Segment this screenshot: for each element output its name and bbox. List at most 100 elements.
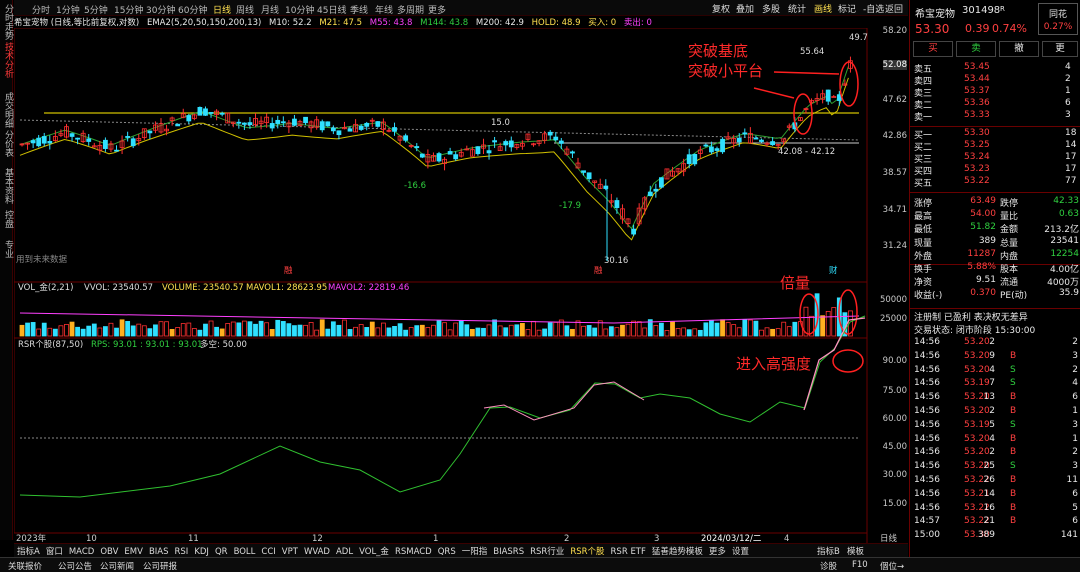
quote-panel: 希宝宠物 301498 R 同花 0.27% 53.30 0.39 0.74% 买 卖 撤…	[909, 0, 1080, 557]
stat-cell: 总量	[1000, 238, 1019, 249]
stat-row: 换手 5.88% 股本 4.00亿	[910, 262, 1080, 275]
tick-cell: B	[1010, 447, 1017, 458]
sidebar-tab-4[interactable]: 基本资料	[0, 168, 13, 204]
sidebar-tab-3[interactable]: 分价表	[0, 130, 13, 157]
tick-cell: 389	[977, 530, 995, 541]
candle-body	[447, 151, 453, 155]
volume-bar	[469, 328, 475, 337]
indicator-tab-14[interactable]: VOL_金	[356, 544, 392, 558]
timeframe-5[interactable]: 60分钟	[178, 3, 207, 16]
timeframe-9[interactable]: 10分钟	[285, 3, 314, 16]
timeframe-11[interactable]: 季线	[350, 3, 368, 16]
timeframe-13[interactable]: 多周期	[397, 3, 424, 16]
more-button[interactable]: 更	[1042, 41, 1078, 57]
toolbar-btn-2[interactable]: 多股	[762, 2, 780, 15]
volume-bar	[403, 329, 409, 337]
candle-body	[325, 121, 331, 127]
sidebar-tab-0[interactable]: 分时走势	[0, 4, 13, 40]
marker-2: 融	[594, 265, 603, 276]
toolbar-btn-3[interactable]: 统计	[788, 2, 806, 15]
tick-cell: S	[1010, 419, 1016, 430]
volume-bar	[303, 324, 308, 337]
stat-row: 收益(-) 0.370 PE(动) 35.9	[910, 288, 1080, 301]
trade-status: 交易状态: 闭市阶段 15:30:00	[914, 326, 1036, 336]
sidebar-tab-5[interactable]: 控盘	[0, 210, 13, 228]
indicator-tab-19[interactable]: RSR行业	[527, 544, 567, 558]
tick-cell: 3	[1072, 419, 1078, 430]
volume-bar	[631, 320, 636, 337]
toolbar-btn-0[interactable]: 复权	[712, 2, 730, 15]
indicator-tab-23[interactable]: 更多	[706, 544, 729, 558]
timeframe-12[interactable]: 年线	[375, 3, 393, 16]
rsr-tick: 30.00	[882, 470, 907, 480]
volume-bar	[686, 329, 692, 337]
status-link-1[interactable]: 公司公告	[58, 560, 92, 572]
cancel-button[interactable]: 撤	[999, 41, 1039, 57]
timeframe-14[interactable]: 更多	[428, 3, 446, 16]
candle-body	[175, 123, 181, 127]
timeframe-8[interactable]: 月线	[261, 3, 279, 16]
indicator-tab-17[interactable]: 一阳指	[459, 544, 491, 558]
label-15: 15.0	[491, 118, 510, 128]
candle-body	[403, 135, 409, 141]
toolbar-btn-5[interactable]: 标记	[838, 2, 856, 15]
status-right-0[interactable]: 诊股	[820, 560, 837, 572]
timeframe-4[interactable]: 30分钟	[146, 3, 175, 16]
timeframe-10[interactable]: 45日线	[317, 3, 346, 16]
indicator-tab-22[interactable]: 猛善趋势模板	[649, 544, 706, 558]
candle-body	[581, 170, 586, 173]
tick-cell: 14:56	[914, 350, 940, 361]
indicator-tab-0[interactable]: 指标A	[14, 544, 43, 558]
timeframe-7[interactable]: 周线	[236, 3, 254, 16]
candle-body	[69, 133, 75, 137]
timeframe-3[interactable]: 15分钟	[114, 3, 143, 16]
indicator-right-1[interactable]: 模板	[844, 544, 867, 558]
kline-chart[interactable]: 49.7 55.64 15.0 -16.6 -17.9 30.16 42.08 - 42.1…	[14, 28, 908, 543]
label-neg16: -16.6	[404, 181, 426, 191]
stat-cell: 最低	[914, 225, 933, 236]
ask-p: 53.36	[964, 98, 990, 108]
rsr-tick: 45.00	[882, 442, 907, 452]
bid-row: 买三 53.24 17	[910, 152, 1080, 165]
sidebar-tab-6[interactable]: 专业	[0, 240, 13, 258]
timeframe-0[interactable]: 分时	[32, 3, 50, 16]
volume-val: VOLUME: 23540.57	[162, 283, 244, 293]
sidebar-tab-1[interactable]: 技术分析	[0, 42, 13, 78]
marker-3: 财	[829, 265, 838, 276]
stat-cell: 9.51	[975, 275, 996, 286]
timeframe-6[interactable]: 日线	[213, 3, 231, 16]
buy-button[interactable]: 买	[913, 41, 953, 57]
volume-bar	[97, 327, 103, 337]
candle-body	[503, 141, 509, 146]
timeframe-2[interactable]: 5分钟	[84, 3, 108, 16]
tick-row: 14:56 53.20 2 B 2	[910, 447, 1080, 459]
toolbar-btn-1[interactable]: 叠加	[736, 2, 754, 15]
volume-bar	[492, 319, 498, 337]
ask-p: 53.45	[964, 62, 990, 72]
timeframe-1[interactable]: 1分钟	[56, 3, 80, 16]
indicator-tab-1[interactable]: 窗口	[43, 544, 66, 558]
volume-bar	[475, 327, 481, 337]
volume-bar	[275, 319, 281, 337]
status-link-3[interactable]: 公司研报	[143, 560, 177, 572]
sidebar-tab-2[interactable]: 成交明细	[0, 92, 13, 128]
indicator-tab-20[interactable]: RSR个股	[567, 544, 607, 558]
toolbar-btn-4[interactable]: 画线	[814, 2, 832, 15]
ema-label[interactable]: EMA2(5,20,50,150,200,13)	[147, 18, 261, 28]
status-link-2[interactable]: 公司新闻	[100, 560, 134, 572]
volume-bar	[86, 325, 92, 337]
candle-body	[125, 136, 131, 138]
candle-body	[347, 128, 353, 132]
status-link-0[interactable]: 关联报价	[8, 560, 42, 572]
volume-bar	[80, 328, 86, 337]
candle-body	[614, 200, 620, 208]
status-right-1[interactable]: F10	[852, 560, 868, 570]
tick-cell: 3	[1072, 461, 1078, 472]
price-tick: 47.62	[882, 95, 907, 105]
candle-body	[375, 121, 381, 127]
status-right-2[interactable]: 個位→	[880, 560, 904, 572]
indicator-tab-24[interactable]: 设置	[729, 544, 752, 558]
volume-bar	[431, 324, 436, 337]
sell-button[interactable]: 卖	[956, 41, 996, 57]
indicator-right-0[interactable]: 指标B	[814, 544, 843, 558]
